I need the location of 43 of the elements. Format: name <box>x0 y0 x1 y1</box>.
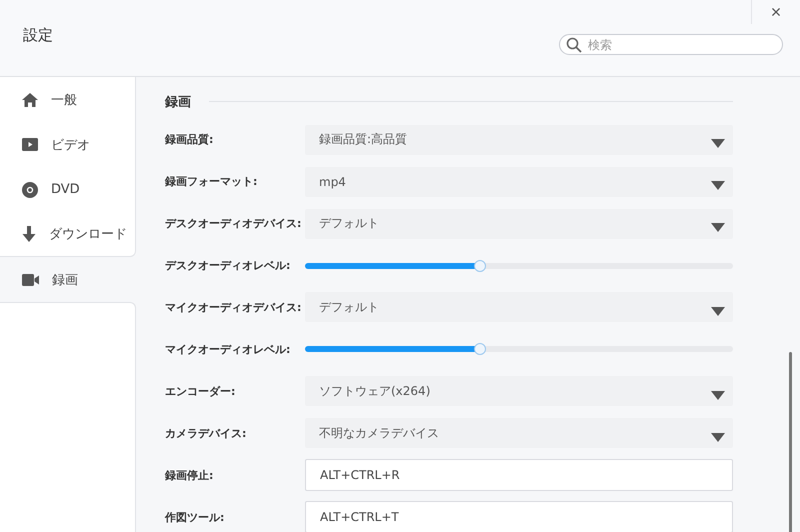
slider-handle[interactable] <box>474 343 486 356</box>
slider-handle[interactable] <box>474 260 486 272</box>
caret-icon <box>711 390 725 400</box>
scrollbar-thumb[interactable] <box>789 352 792 532</box>
shortcut-field[interactable]: ALT+CTRL+R <box>305 459 733 492</box>
sidebar-item[interactable]: ビデオ <box>0 122 136 167</box>
video-camera-icon <box>22 274 39 286</box>
home-icon <box>22 92 38 106</box>
close-button[interactable]: × <box>751 0 800 24</box>
dropdown[interactable]: mp4 <box>305 166 733 197</box>
shortcut-field[interactable]: ALT+CTRL+T <box>305 501 733 532</box>
disc-icon <box>22 182 38 198</box>
sidebar-item[interactable]: ダウンロード <box>0 212 136 257</box>
setting-label: カメラデバイス: <box>165 426 248 441</box>
caret-icon <box>711 181 725 190</box>
search-icon <box>566 36 582 52</box>
setting-label: 作図ツール: <box>165 510 226 525</box>
slider[interactable] <box>305 346 733 352</box>
section-title: 録画 <box>165 94 191 111</box>
setting-label: マイクオーディオデバイス: <box>165 300 302 315</box>
dropdown[interactable]: デフォルト <box>305 208 733 239</box>
play-icon <box>22 138 38 151</box>
sidebar-item[interactable]: DVD <box>0 167 136 212</box>
setting-label: エンコーダー: <box>165 384 236 399</box>
window-title: 設定 <box>23 26 53 44</box>
setting-label: 録画停止: <box>165 468 214 483</box>
setting-label: デスクオーディオデバイス: <box>165 216 302 232</box>
setting-label: マイクオーディオレベル: <box>165 342 292 357</box>
dropdown[interactable]: ソフトウェア(x264) <box>305 376 733 406</box>
setting-label: 録画フォーマット: <box>165 174 258 190</box>
sidebar-item[interactable]: 一般 <box>0 77 136 122</box>
setting-label: 録画品質: <box>165 132 214 148</box>
caret-icon <box>711 139 725 148</box>
search-field[interactable]: 検索 <box>559 34 783 55</box>
dropdown[interactable]: 録画品質:高品質 <box>305 124 733 155</box>
caret-icon <box>711 223 725 232</box>
download-icon <box>22 226 36 242</box>
caret-icon <box>711 432 725 442</box>
caret-icon <box>711 306 725 316</box>
dropdown[interactable]: 不明なカメラデバイス <box>305 418 733 448</box>
setting-label: デスクオーディオレベル: <box>165 258 292 274</box>
dropdown[interactable]: デフォルト <box>305 292 733 322</box>
slider[interactable] <box>305 262 733 269</box>
